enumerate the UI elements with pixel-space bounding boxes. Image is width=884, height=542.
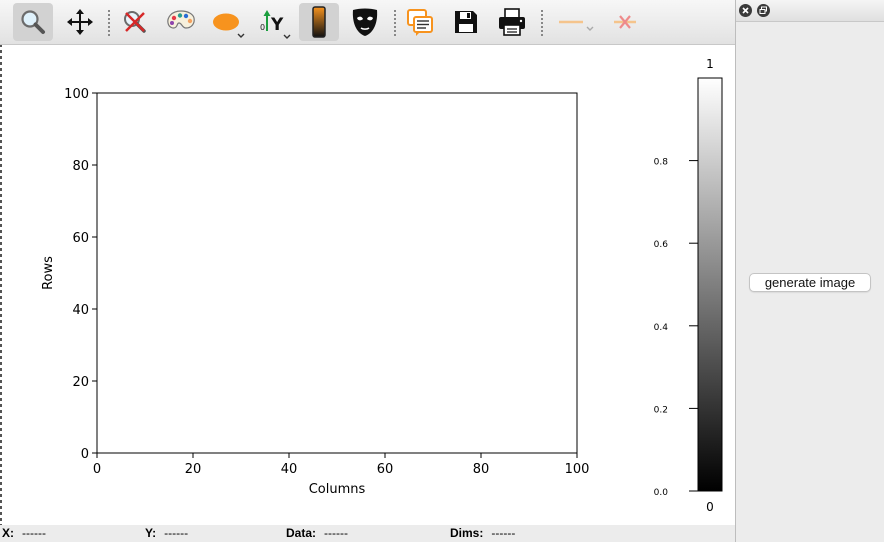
y-tick-label: 0 bbox=[81, 447, 89, 462]
plot-figure[interactable]: 0 20 40 60 80 100 0 20 40 60 80 100 Columns Rows 0.0 0… bbox=[2, 45, 735, 525]
crosshair-line-icon bbox=[559, 20, 594, 31]
copy-icon bbox=[407, 9, 433, 36]
pan-button[interactable] bbox=[60, 3, 100, 41]
x-tick-label: 100 bbox=[565, 462, 590, 477]
y-axis-origin-icon: 0 Y bbox=[260, 10, 291, 39]
crosshair-remove-icon bbox=[614, 15, 636, 29]
status-bar: X: ------ Y: ------ Data: ------ Dims: -----… bbox=[0, 525, 735, 542]
mask-button[interactable] bbox=[345, 3, 385, 41]
float-panel-button[interactable] bbox=[757, 4, 770, 17]
aspect-ratio-button[interactable] bbox=[207, 3, 247, 41]
plot-toolbar: 0 Y bbox=[0, 0, 735, 45]
status-data-value: ------ bbox=[324, 526, 348, 540]
magnifier-icon bbox=[21, 10, 45, 34]
y-axis-button[interactable]: 0 Y bbox=[253, 3, 293, 41]
y-tick-label: 60 bbox=[72, 231, 89, 246]
colorbar-button[interactable] bbox=[299, 3, 339, 41]
colorbar-gradient bbox=[697, 77, 723, 492]
colorbar-tick-label: 0.0 bbox=[654, 488, 669, 498]
x-tick-label: 60 bbox=[377, 462, 394, 477]
reset-zoom-button[interactable] bbox=[115, 3, 155, 41]
float-icon bbox=[759, 6, 767, 14]
svg-text:Y: Y bbox=[270, 15, 284, 35]
y-axis-label: Rows bbox=[41, 256, 56, 290]
colorbar-tick-label: 0.4 bbox=[654, 323, 669, 333]
reset-zoom-icon bbox=[124, 11, 146, 33]
status-x: X: ------ bbox=[2, 526, 46, 540]
y-tick-label: 20 bbox=[72, 375, 89, 390]
x-tick-label: 80 bbox=[473, 462, 490, 477]
side-panel: generate image bbox=[735, 0, 884, 542]
mask-icon bbox=[352, 8, 378, 36]
printer-icon bbox=[499, 8, 525, 36]
status-dims: Dims: ------ bbox=[450, 526, 515, 540]
colorbar-tick-label: 0.2 bbox=[654, 405, 668, 415]
x-tick-label: 40 bbox=[281, 462, 298, 477]
status-y: Y: ------ bbox=[145, 526, 188, 540]
status-x-label: X: bbox=[2, 526, 14, 540]
status-data-label: Data: bbox=[286, 526, 317, 540]
close-icon bbox=[742, 7, 749, 14]
x-axis-label: Columns bbox=[309, 482, 366, 497]
close-panel-button[interactable] bbox=[739, 4, 752, 17]
floppy-icon bbox=[455, 11, 477, 33]
plot-canvas[interactable]: 0 20 40 60 80 100 0 20 40 60 80 100 Columns Rows 0.0 0… bbox=[2, 45, 735, 525]
status-x-value: ------ bbox=[22, 526, 46, 540]
status-y-value: ------ bbox=[164, 526, 189, 540]
colorbar-tick-label: 0.8 bbox=[654, 158, 669, 168]
copy-button[interactable] bbox=[400, 3, 440, 41]
remove-crosshair-button[interactable] bbox=[605, 3, 645, 41]
generate-image-button[interactable]: generate image bbox=[749, 273, 871, 292]
status-dims-label: Dims: bbox=[450, 526, 484, 540]
y-tick-label: 40 bbox=[72, 303, 89, 318]
status-dims-value: ------ bbox=[491, 526, 516, 540]
x-tick-label: 0 bbox=[93, 462, 101, 477]
print-button[interactable] bbox=[492, 3, 532, 41]
colormap-button[interactable] bbox=[161, 3, 201, 41]
ellipse-icon bbox=[213, 13, 245, 38]
colorbar-max-label: 1 bbox=[706, 57, 714, 71]
y-tick-label: 100 bbox=[64, 87, 89, 102]
zoom-button[interactable] bbox=[13, 3, 53, 41]
x-tick-label: 20 bbox=[185, 462, 202, 477]
svg-text:0: 0 bbox=[260, 23, 265, 32]
move-arrows-icon bbox=[67, 9, 93, 35]
y-tick-label: 80 bbox=[72, 159, 89, 174]
palette-icon bbox=[167, 10, 195, 29]
crosshair-button[interactable] bbox=[555, 3, 595, 41]
status-y-label: Y: bbox=[145, 526, 157, 540]
status-data: Data: ------ bbox=[286, 526, 348, 540]
panel-header bbox=[736, 0, 884, 22]
save-button[interactable] bbox=[446, 3, 486, 41]
colorbar-tick-label: 0.6 bbox=[654, 240, 669, 250]
colorbar-icon bbox=[312, 6, 326, 38]
axes-frame bbox=[96, 92, 578, 454]
colorbar-min-label: 0 bbox=[706, 500, 714, 514]
